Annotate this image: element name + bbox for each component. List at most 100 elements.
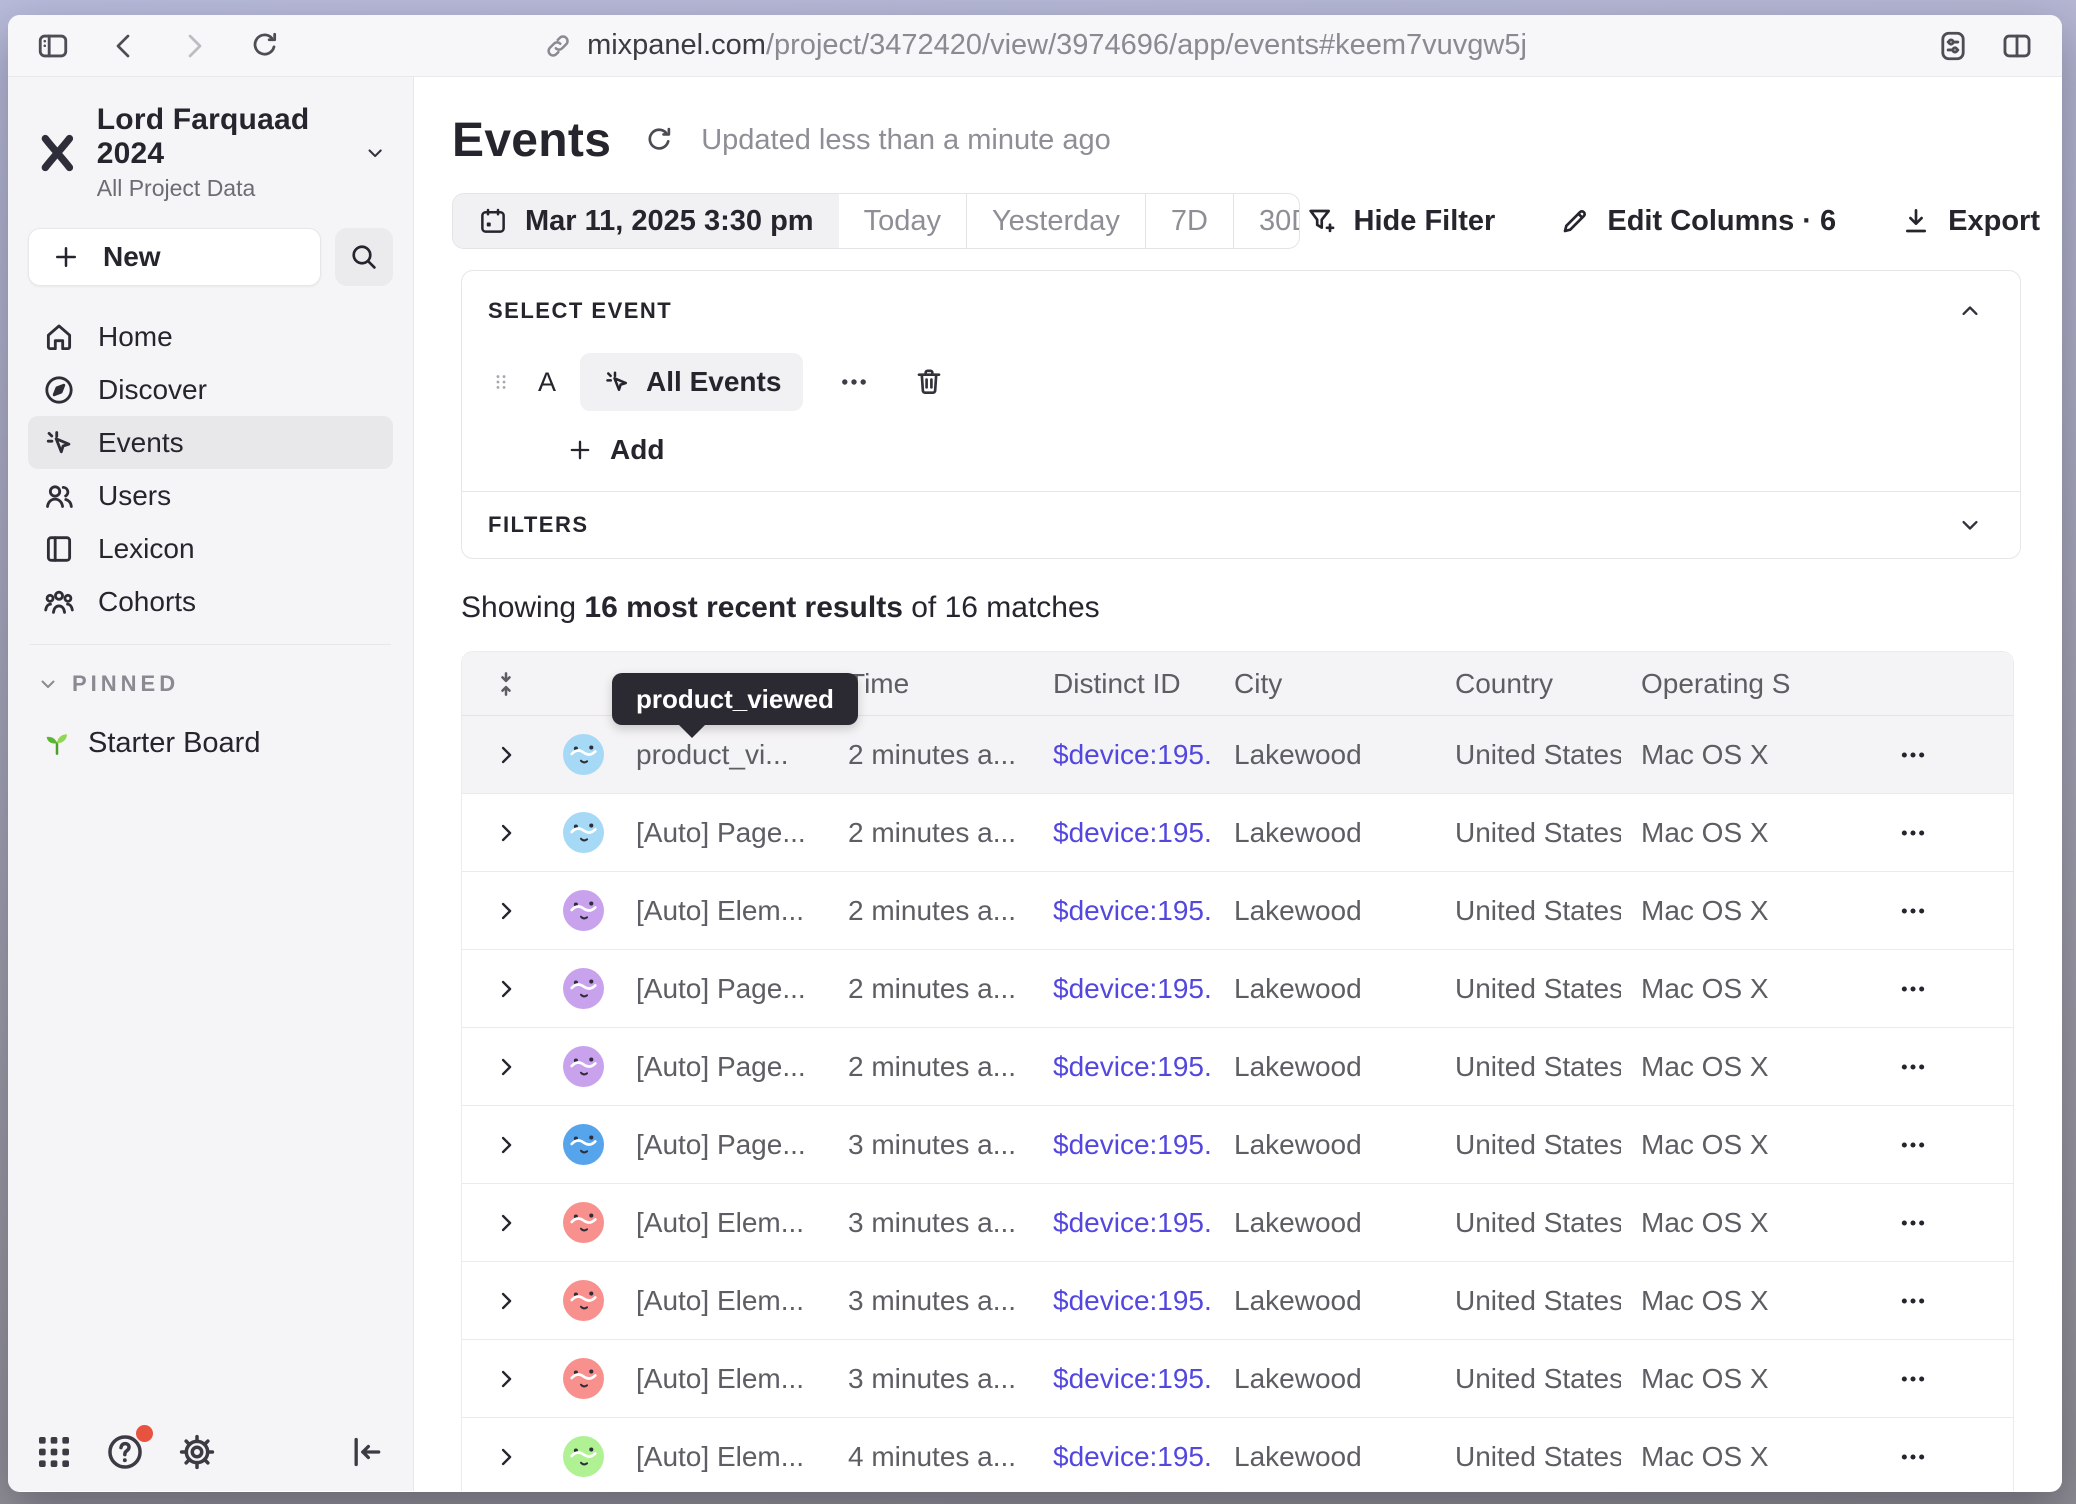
event-selector-chip[interactable]: All Events: [580, 353, 803, 411]
back-arrow-icon: [108, 30, 140, 62]
table-row[interactable]: [Auto] Page...2 minutes a...$device:195.…: [462, 794, 2013, 872]
collapse-sidebar-button[interactable]: [347, 1432, 387, 1472]
distinct-id-link[interactable]: $device:195...: [1033, 739, 1214, 771]
expand-row-button[interactable]: [492, 1287, 520, 1315]
date-picker-button[interactable]: Mar 11, 2025 3:30 pm: [453, 194, 839, 248]
table-row[interactable]: [Auto] Page...3 minutes a...$device:195.…: [462, 1106, 2013, 1184]
delete-step-button[interactable]: [907, 365, 951, 399]
back-button[interactable]: [108, 30, 140, 62]
column-header-city[interactable]: City: [1214, 668, 1435, 700]
export-label: Export: [1948, 205, 2040, 238]
time-cell: 4 minutes a...: [828, 1441, 1033, 1473]
row-more-button[interactable]: [1897, 1207, 1929, 1239]
range-7d[interactable]: 7D: [1145, 194, 1233, 248]
range-30d[interactable]: 30D: [1233, 194, 1300, 248]
row-actions-cell: [1813, 1207, 2013, 1239]
table-row[interactable]: [Auto] Elem...3 minutes a...$device:195.…: [462, 1340, 2013, 1418]
expand-row-button[interactable]: [492, 1443, 520, 1471]
distinct-id-link[interactable]: $device:195...: [1033, 1051, 1214, 1083]
range-today[interactable]: Today: [839, 194, 966, 248]
event-name-cell: product_vi...: [616, 739, 828, 771]
settings-button[interactable]: [176, 1431, 218, 1473]
sidebar-item-home[interactable]: Home: [28, 310, 393, 363]
pinned-section-header[interactable]: PINNED: [28, 671, 393, 697]
expand-row-button[interactable]: [492, 897, 520, 925]
new-button[interactable]: New: [28, 228, 321, 286]
sidebar-item-events[interactable]: Events: [28, 416, 393, 469]
distinct-id-link[interactable]: $device:195...: [1033, 1207, 1214, 1239]
table-row[interactable]: [Auto] Elem...3 minutes a...$device:195.…: [462, 1262, 2013, 1340]
expand-row-button[interactable]: [492, 819, 520, 847]
time-cell: 3 minutes a...: [828, 1363, 1033, 1395]
expand-row-button[interactable]: [492, 1131, 520, 1159]
row-more-button[interactable]: [1897, 1441, 1929, 1473]
row-actions-cell: [1813, 739, 2013, 771]
help-button[interactable]: [104, 1431, 146, 1473]
distinct-id-link[interactable]: $device:195...: [1033, 973, 1214, 1005]
range-yesterday[interactable]: Yesterday: [966, 194, 1145, 248]
edit-columns-button[interactable]: Edit Columns · 6: [1553, 204, 1842, 239]
sidebar-item-label: Cohorts: [98, 586, 196, 618]
row-more-button[interactable]: [1897, 1051, 1929, 1083]
page-settings-button[interactable]: [1936, 29, 1970, 63]
city-cell: Lakewood: [1214, 1129, 1435, 1161]
add-event-button[interactable]: Add: [560, 433, 670, 467]
table-row[interactable]: [Auto] Elem...4 minutes a...$device:195.…: [462, 1418, 2013, 1491]
avatar-cell: [550, 968, 616, 1009]
table-row[interactable]: [Auto] Elem...2 minutes a...$device:195.…: [462, 872, 2013, 950]
sidebar-item-discover[interactable]: Discover: [28, 363, 393, 416]
row-more-button[interactable]: [1897, 973, 1929, 1005]
collapse-sidebar-icon: [347, 1432, 387, 1472]
distinct-id-link[interactable]: $device:195...: [1033, 1441, 1214, 1473]
hide-filter-button[interactable]: Hide Filter: [1300, 204, 1502, 239]
collapse-section-button[interactable]: [1956, 297, 1984, 325]
split-view-button[interactable]: [2000, 29, 2034, 63]
sidebar-item-lexicon[interactable]: Lexicon: [28, 522, 393, 575]
chevron-up-icon: [1956, 297, 1984, 325]
pinned-item-starter-board[interactable]: Starter Board: [28, 717, 393, 769]
refresh-button[interactable]: [643, 124, 675, 156]
column-header-time[interactable]: Time: [828, 668, 1033, 700]
expand-cell: [462, 1443, 550, 1471]
table-row[interactable]: [Auto] Page...2 minutes a...$device:195.…: [462, 950, 2013, 1028]
apps-grid-button[interactable]: [34, 1432, 74, 1472]
column-header-distinct-id[interactable]: Distinct ID: [1033, 668, 1214, 700]
sidebar-toggle-button[interactable]: [36, 29, 70, 63]
forward-button[interactable]: [178, 30, 210, 62]
address-bar[interactable]: mixpanel.com/project/3472420/view/397469…: [543, 15, 1527, 76]
sidebar-item-cohorts[interactable]: Cohorts: [28, 575, 393, 628]
expand-row-button[interactable]: [492, 741, 520, 769]
column-header-operating-s[interactable]: Operating S: [1621, 668, 1813, 700]
row-more-button[interactable]: [1897, 895, 1929, 927]
expand-row-button[interactable]: [492, 1053, 520, 1081]
sidebar-item-users[interactable]: Users: [28, 469, 393, 522]
distinct-id-link[interactable]: $device:195...: [1033, 895, 1214, 927]
reload-button[interactable]: [248, 29, 281, 62]
row-more-button[interactable]: [1897, 1129, 1929, 1161]
distinct-id-link[interactable]: $device:195...: [1033, 1285, 1214, 1317]
column-header-country[interactable]: Country: [1435, 668, 1621, 700]
step-more-button[interactable]: [831, 364, 877, 400]
project-switcher[interactable]: Lord Farquaad 2024 All Project Data: [28, 103, 393, 202]
row-more-button[interactable]: [1897, 1285, 1929, 1317]
expand-filters-button[interactable]: [1956, 511, 1984, 539]
expand-row-button[interactable]: [492, 975, 520, 1003]
distinct-id-link[interactable]: $device:195...: [1033, 1363, 1214, 1395]
row-more-button[interactable]: [1897, 739, 1929, 771]
expand-all-header-cell[interactable]: [462, 669, 550, 699]
expand-cell: [462, 897, 550, 925]
search-button[interactable]: [335, 228, 393, 286]
row-more-button[interactable]: [1897, 817, 1929, 849]
drag-handle-icon[interactable]: [488, 369, 514, 395]
expand-row-button[interactable]: [492, 1365, 520, 1393]
table-row[interactable]: [Auto] Elem...3 minutes a...$device:195.…: [462, 1184, 2013, 1262]
distinct-id-link[interactable]: $device:195...: [1033, 817, 1214, 849]
expand-row-button[interactable]: [492, 1209, 520, 1237]
time-cell: 2 minutes a...: [828, 817, 1033, 849]
export-button[interactable]: Export: [1894, 204, 2046, 239]
distinct-id-link[interactable]: $device:195...: [1033, 1129, 1214, 1161]
results-summary-count: 16 most recent results: [584, 591, 902, 624]
table-row[interactable]: [Auto] Page...2 minutes a...$device:195.…: [462, 1028, 2013, 1106]
os-cell: Mac OS X: [1621, 1129, 1813, 1161]
row-more-button[interactable]: [1897, 1363, 1929, 1395]
